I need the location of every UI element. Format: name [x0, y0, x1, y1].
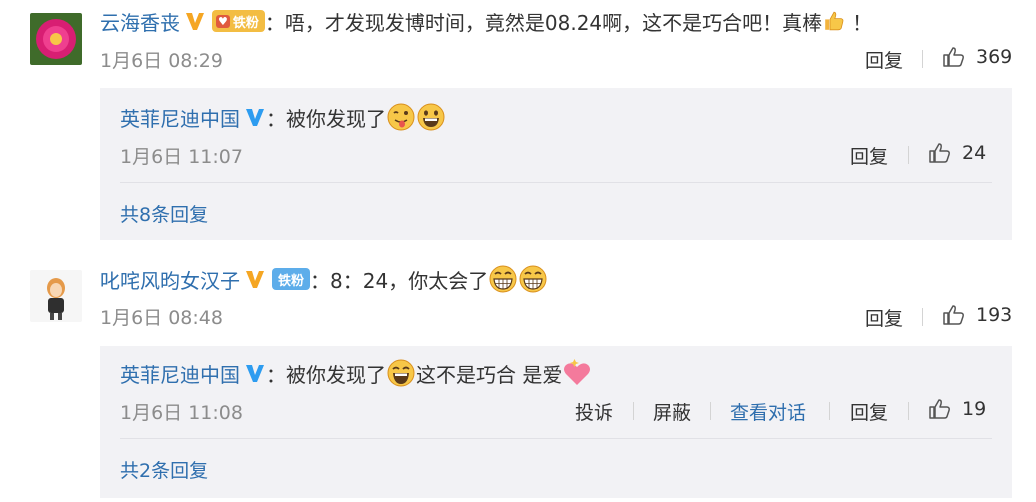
comment-header: 叱咤风昀女汉子 铁粉 ：8：24，你太会了	[100, 262, 548, 296]
comment-time: 1月6日 08:48	[100, 307, 223, 329]
verified-blue-icon	[246, 109, 264, 126]
reply-box: 英菲尼迪中国 ：被你发现了 1月6日 11:07 回复 24 共8条回复	[100, 88, 1012, 240]
reply-button[interactable]: 回复	[850, 142, 888, 169]
thumbs-up-icon	[929, 143, 950, 163]
divider	[120, 182, 992, 183]
separator	[922, 308, 923, 326]
grin-emoji-icon	[417, 103, 445, 131]
like-count: 24	[962, 142, 987, 164]
verified-icon	[246, 271, 264, 288]
block-button[interactable]: 屏蔽	[653, 398, 691, 425]
comment-text: ：8：24，你太会了	[310, 268, 489, 293]
view-dialog-link[interactable]: 查看对话	[730, 398, 806, 425]
like-button[interactable]: 24	[928, 141, 986, 165]
separator	[908, 146, 909, 164]
report-button[interactable]: 投诉	[575, 398, 613, 425]
reply-header: 英菲尼迪中国 ：被你发现了 这不是巧合 是爱	[120, 356, 592, 390]
comment-time: 1月6日 08:29	[100, 50, 223, 72]
username-link[interactable]: 英菲尼迪中国	[120, 103, 240, 132]
separator	[829, 402, 830, 420]
reply-text: ：被你发现了	[266, 106, 386, 131]
reply-button[interactable]: 回复	[850, 398, 888, 425]
like-button[interactable]: 19	[928, 397, 986, 421]
fan-badge-label: 铁粉	[232, 15, 259, 31]
avatar[interactable]	[30, 270, 82, 322]
fan-badge[interactable]: 铁粉	[272, 268, 311, 290]
reply-time: 1月6日 11:07	[120, 146, 243, 168]
fan-level-icon: ♥	[216, 14, 230, 28]
big-grin-emoji-icon	[519, 265, 547, 293]
fan-badge[interactable]: ♥ 铁粉	[212, 10, 265, 32]
like-button[interactable]: 369	[942, 45, 1012, 69]
like-count: 19	[962, 398, 987, 420]
like-button[interactable]: 193	[942, 303, 1012, 327]
reply-button[interactable]: 回复	[865, 46, 903, 73]
comment-text-tail: ！	[852, 10, 873, 35]
big-grin-emoji-icon	[489, 265, 517, 293]
like-count: 193	[976, 304, 1013, 326]
heart-emoji-icon	[564, 359, 591, 385]
reply-button[interactable]: 回复	[865, 304, 903, 331]
thumbs-up-icon	[943, 47, 964, 67]
reply-text: ：被你发现了	[266, 362, 386, 387]
divider	[120, 438, 992, 439]
reply-header: 英菲尼迪中国 ：被你发现了	[120, 100, 446, 134]
separator	[633, 402, 634, 420]
verified-icon	[186, 13, 204, 30]
laugh-emoji-icon	[387, 359, 415, 387]
separator	[922, 50, 923, 68]
fan-badge-label: 铁粉	[278, 273, 305, 289]
thumbs-up-icon	[943, 305, 964, 325]
more-replies-link[interactable]: 共2条回复	[120, 456, 208, 483]
thumbs-up-emoji-icon	[825, 11, 844, 31]
comment-text: ：唔，才发现发博时间，竟然是08.24啊，这不是巧合吧！真棒	[264, 10, 823, 35]
username-link[interactable]: 云海香丧	[100, 7, 180, 36]
verified-blue-icon	[246, 365, 264, 382]
reply-box: 英菲尼迪中国 ：被你发现了 这不是巧合 是爱 1月6日 11:08 投诉 屏蔽 …	[100, 346, 1012, 498]
wink-tongue-emoji-icon	[387, 103, 415, 131]
username-link[interactable]: 英菲尼迪中国	[120, 359, 240, 388]
separator	[908, 402, 909, 420]
thumbs-up-icon	[929, 399, 950, 419]
avatar[interactable]	[30, 13, 82, 65]
reply-text-mid: 这不是巧合 是爱	[416, 362, 563, 387]
comment-header: 云海香丧 ♥ 铁粉 ：唔，才发现发博时间，竟然是08.24啊，这不是巧合吧！真棒…	[100, 4, 872, 38]
username-link[interactable]: 叱咤风昀女汉子	[100, 265, 240, 294]
reply-time: 1月6日 11:08	[120, 402, 243, 424]
like-count: 369	[976, 46, 1013, 68]
more-replies-link[interactable]: 共8条回复	[120, 200, 208, 227]
separator	[710, 402, 711, 420]
